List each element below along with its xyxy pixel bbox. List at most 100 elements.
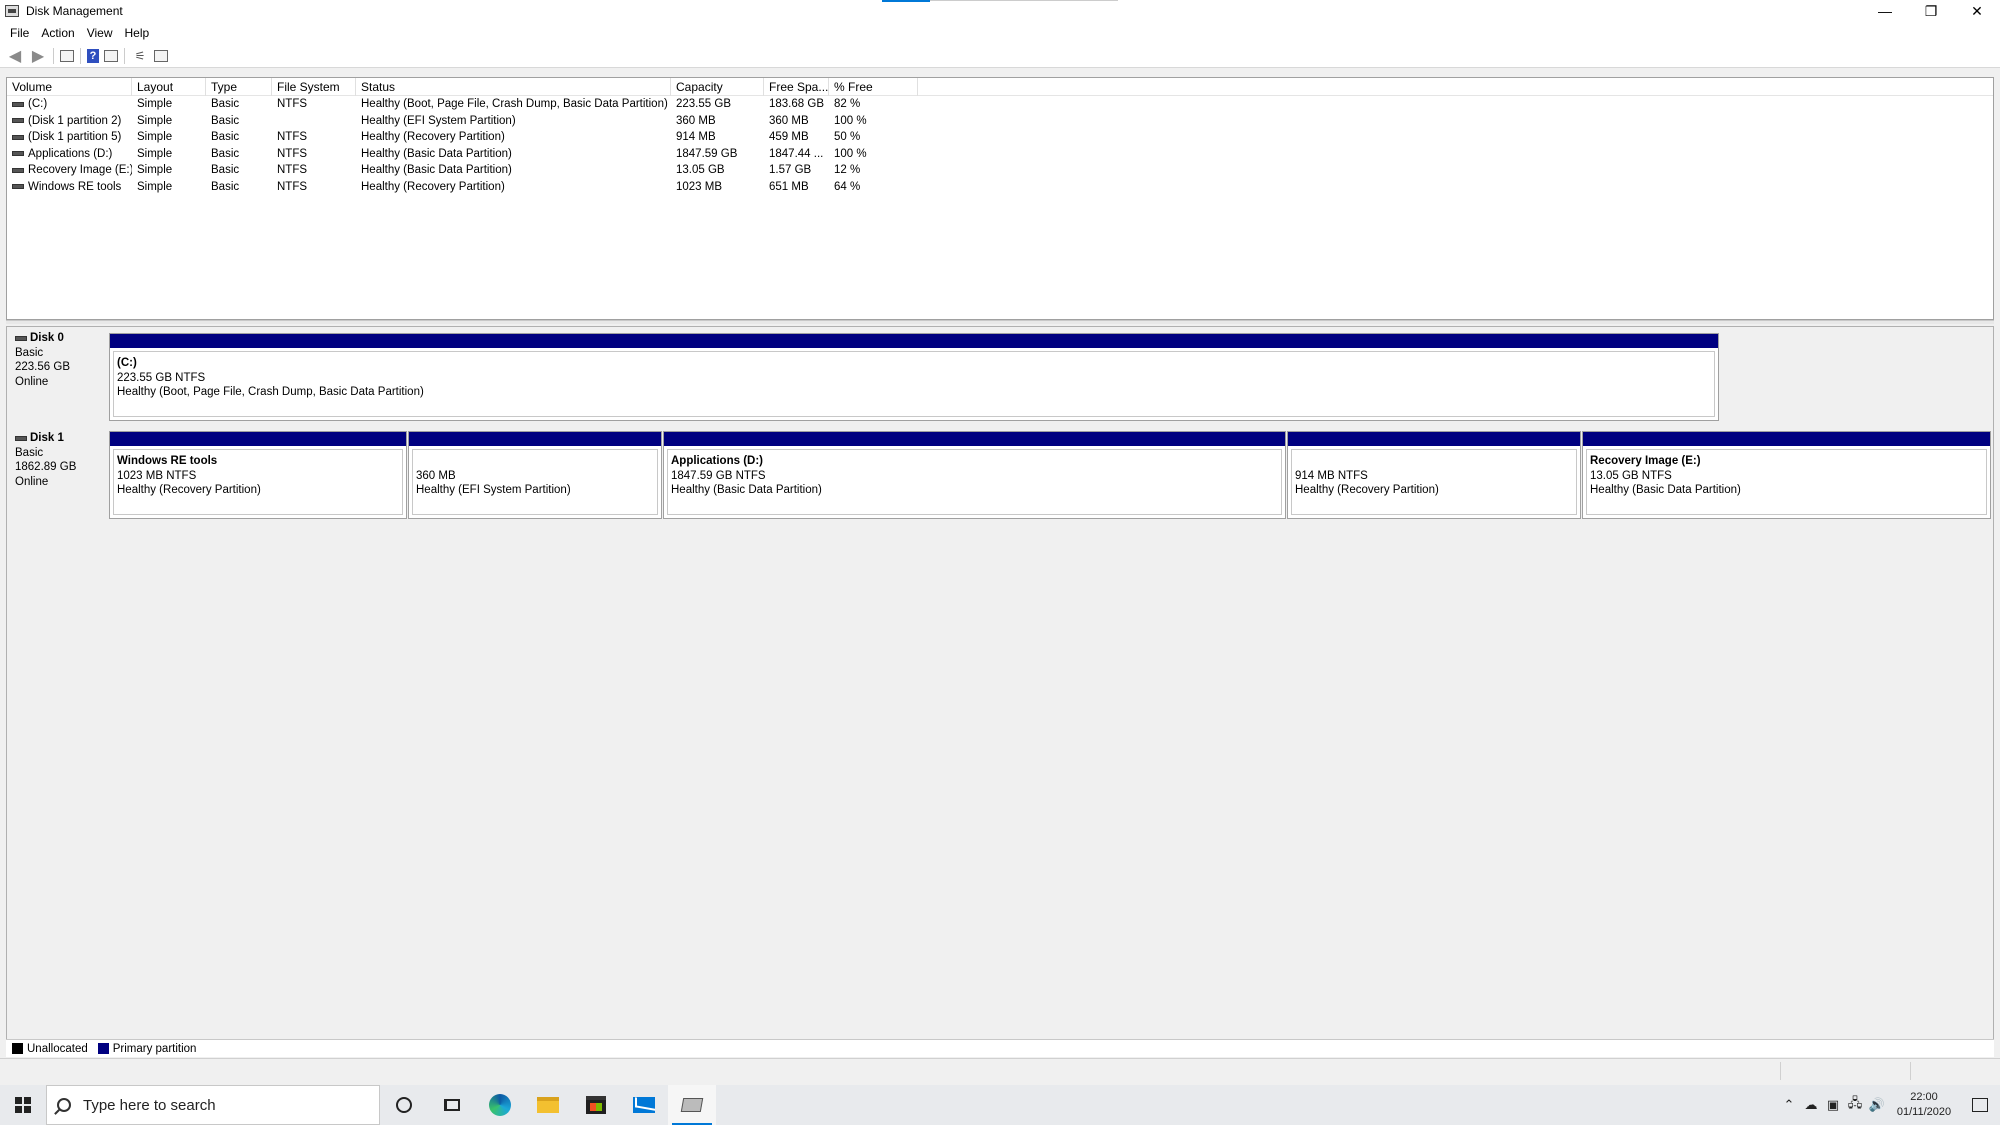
volume-cell: 12 % bbox=[834, 164, 861, 176]
disk-0-partitions: (C:) 223.55 GB NTFS Healthy (Boot, Page … bbox=[109, 333, 1729, 425]
back-arrow-icon[interactable]: ◀ bbox=[6, 48, 24, 65]
forward-arrow-icon[interactable]: ▶ bbox=[29, 48, 47, 65]
volume-name: (C:) bbox=[28, 98, 48, 110]
partition-recovery[interactable]: 914 MB NTFS Healthy (Recovery Partition) bbox=[1287, 431, 1581, 519]
volume-cell: 223.55 GB bbox=[676, 98, 731, 110]
menu-help[interactable]: Help bbox=[119, 23, 156, 43]
column-percent-free[interactable]: % Free bbox=[829, 78, 918, 96]
refresh-icon[interactable]: ⚟ bbox=[131, 48, 149, 64]
title-accent-line bbox=[930, 0, 1118, 1]
help-icon[interactable]: ? bbox=[87, 48, 99, 63]
minimize-button[interactable]: — bbox=[1862, 0, 1908, 22]
volume-cell: Simple bbox=[137, 131, 173, 143]
partition-status: Healthy (Recovery Partition) bbox=[117, 484, 261, 496]
column-type[interactable]: Type bbox=[206, 78, 272, 96]
file-explorer-icon bbox=[537, 1097, 559, 1113]
cortana-icon bbox=[396, 1097, 412, 1113]
volume-cell: Basic bbox=[211, 147, 240, 160]
volume-name: (Disk 1 partition 2) bbox=[28, 114, 122, 127]
show-hidden-icons-button[interactable]: ⌃ bbox=[1778, 1085, 1800, 1125]
column-free-space[interactable]: Free Spa... bbox=[764, 78, 829, 96]
volume-cell: Simple bbox=[137, 98, 173, 110]
settings-icon[interactable] bbox=[154, 49, 168, 62]
edge-icon bbox=[489, 1094, 511, 1116]
partition-efi-system[interactable]: 360 MB Healthy (EFI System Partition) bbox=[408, 431, 662, 519]
volume-row[interactable]: Windows RE tools Simple Basic NTFS Healthy (… bbox=[7, 179, 1993, 196]
disk-0-size: 223.56 GB bbox=[15, 361, 70, 373]
disk-1-label[interactable]: Disk 1 Basic 1862.89 GB Online bbox=[7, 427, 107, 519]
disk-0-type: Basic bbox=[15, 346, 44, 359]
volume-cell: 1.57 GB bbox=[769, 164, 812, 176]
menu-view[interactable]: View bbox=[81, 23, 119, 43]
volume-cell: NTFS bbox=[277, 98, 308, 110]
disk-0-name-row: Disk 0 bbox=[15, 331, 107, 346]
search-placeholder: Type here to search bbox=[83, 1096, 216, 1114]
column-file-system[interactable]: File System bbox=[272, 78, 356, 96]
disk-1-size: 1862.89 GB bbox=[15, 461, 77, 473]
show-hide-console-tree-icon[interactable] bbox=[60, 49, 74, 62]
taskbar-search-box[interactable]: Type here to search bbox=[46, 1085, 380, 1125]
task-view-button[interactable] bbox=[428, 1085, 476, 1125]
column-status[interactable]: Status bbox=[356, 78, 671, 96]
restore-button[interactable]: ❐ bbox=[1908, 0, 1954, 22]
volume-row[interactable]: (Disk 1 partition 5) Simple Basic NTFS Healt… bbox=[7, 129, 1993, 146]
network-icon[interactable]: 🖧 bbox=[1844, 1085, 1866, 1125]
volume-row[interactable]: Applications (D:) Simple Basic NTFS Healthy … bbox=[7, 146, 1993, 163]
toolbar: ◀ ▶ ? ⚟ bbox=[0, 44, 2000, 68]
partition-size: 360 MB bbox=[416, 469, 456, 482]
column-capacity[interactable]: Capacity bbox=[671, 78, 764, 96]
menu-file[interactable]: File bbox=[4, 23, 35, 43]
legend-swatch-unallocated bbox=[12, 1043, 23, 1054]
legend-unallocated: Unallocated bbox=[12, 1043, 88, 1055]
disk-management-app-icon bbox=[5, 5, 19, 17]
column-volume[interactable]: Volume bbox=[7, 78, 132, 96]
partition-bar bbox=[110, 432, 406, 446]
volume-cell: Simple bbox=[137, 180, 173, 193]
cortana-button[interactable] bbox=[380, 1085, 428, 1125]
menu-action[interactable]: Action bbox=[35, 23, 80, 43]
device-icon[interactable]: ▣ bbox=[1822, 1085, 1844, 1125]
disk-1-state: Online bbox=[15, 475, 49, 488]
system-tray: ⌃ ☁ ▣ 🖧 🔊 22:00 01/11/2020 bbox=[1778, 1085, 2000, 1125]
volume-cell: Simple bbox=[137, 114, 173, 127]
partition-recovery-image-e[interactable]: Recovery Image (E:) 13.05 GB NTFS Health… bbox=[1582, 431, 1991, 519]
start-button[interactable] bbox=[0, 1085, 46, 1125]
properties-icon[interactable] bbox=[104, 49, 118, 62]
partition-body: (C:) 223.55 GB NTFS Healthy (Boot, Page … bbox=[113, 351, 1715, 417]
volume-cell: Healthy (Basic Data Partition) bbox=[361, 164, 512, 176]
volume-name-cell: (Disk 1 partition 2) bbox=[7, 113, 132, 130]
partition-c[interactable]: (C:) 223.55 GB NTFS Healthy (Boot, Page … bbox=[109, 333, 1719, 421]
partition-windows-re-tools[interactable]: Windows RE tools 1023 MB NTFS Healthy (R… bbox=[109, 431, 407, 519]
pane-splitter[interactable] bbox=[6, 320, 1994, 324]
legend-label: Primary partition bbox=[112, 1042, 197, 1055]
volume-row[interactable]: (Disk 1 partition 2) Simple Basic Healthy (… bbox=[7, 113, 1993, 130]
volume-cell: 651 MB bbox=[769, 180, 809, 193]
partition-name: Applications (D:) bbox=[671, 455, 763, 467]
store-button[interactable] bbox=[572, 1085, 620, 1125]
column-layout[interactable]: Layout bbox=[132, 78, 206, 96]
action-center-button[interactable] bbox=[1960, 1085, 2000, 1125]
volume-icon bbox=[12, 101, 24, 107]
volume-cell: 64 % bbox=[834, 180, 861, 193]
partition-body: Windows RE tools 1023 MB NTFS Healthy (R… bbox=[113, 449, 403, 515]
partition-applications-d[interactable]: Applications (D:) 1847.59 GB NTFS Health… bbox=[663, 431, 1286, 519]
volume-cell: Simple bbox=[137, 164, 173, 176]
disk-0-label[interactable]: Disk 0 Basic 223.56 GB Online bbox=[7, 327, 107, 419]
file-explorer-button[interactable] bbox=[524, 1085, 572, 1125]
mail-button[interactable] bbox=[620, 1085, 668, 1125]
volume-name-cell: (C:) bbox=[7, 96, 132, 113]
volume-row[interactable]: (C:) Simple Basic NTFS Healthy (Boot, Page F… bbox=[7, 96, 1993, 113]
volume-cell: 50 % bbox=[834, 131, 861, 143]
onedrive-icon[interactable]: ☁ bbox=[1800, 1085, 1822, 1125]
volume-cell: Basic bbox=[211, 180, 240, 193]
edge-button[interactable] bbox=[476, 1085, 524, 1125]
disk-management-taskbar-button[interactable] bbox=[668, 1085, 716, 1125]
taskbar-clock[interactable]: 22:00 01/11/2020 bbox=[1888, 1090, 1960, 1120]
volume-row[interactable]: Recovery Image (E:) Simple Basic NTFS Health… bbox=[7, 162, 1993, 179]
partition-status: Healthy (Recovery Partition) bbox=[1295, 484, 1439, 496]
close-button[interactable]: ✕ bbox=[1954, 0, 2000, 22]
volume-icon[interactable]: 🔊 bbox=[1866, 1085, 1888, 1125]
volume-icon bbox=[12, 151, 24, 157]
volume-cell: Healthy (Basic Data Partition) bbox=[361, 147, 512, 160]
partition-body: Recovery Image (E:) 13.05 GB NTFS Health… bbox=[1586, 449, 1987, 515]
